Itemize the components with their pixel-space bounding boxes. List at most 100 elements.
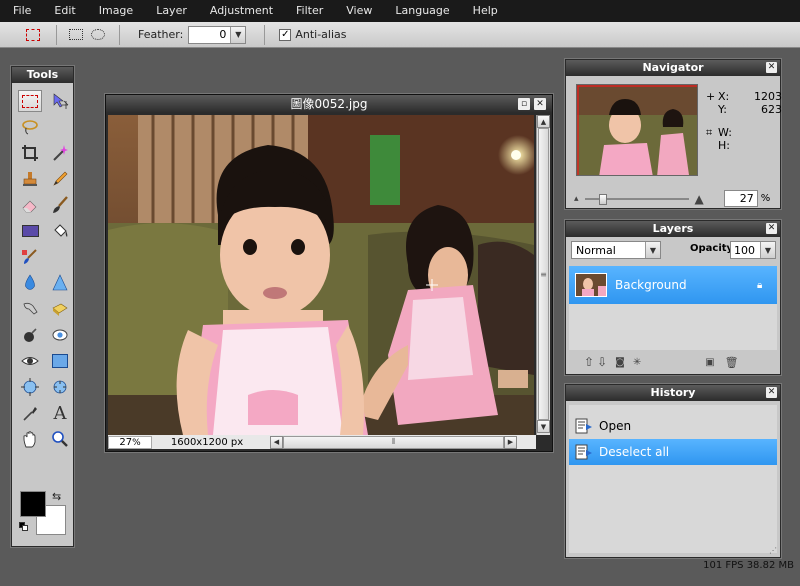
- history-step-icon: [575, 444, 593, 460]
- picker-icon[interactable]: [18, 402, 42, 424]
- menu-filter[interactable]: Filter: [289, 0, 330, 22]
- menu-view[interactable]: View: [339, 0, 379, 22]
- rectangle-icon[interactable]: [18, 220, 42, 242]
- antialias-checkbox[interactable]: ✓: [279, 28, 292, 41]
- foreground-color-swatch[interactable]: [20, 491, 46, 517]
- history-item-label: Open: [599, 419, 632, 433]
- tools-title: Tools: [12, 67, 73, 83]
- chevron-down-icon[interactable]: ▼: [760, 242, 775, 258]
- pinch-icon[interactable]: [48, 376, 72, 398]
- layers-title: Layers: [566, 221, 780, 237]
- history-panel: History ✕ Open Deselect all ⋰: [565, 384, 781, 558]
- lasso-icon[interactable]: [18, 116, 42, 138]
- bucket-icon[interactable]: [48, 220, 72, 242]
- vertical-scroll-thumb[interactable]: ≡: [538, 128, 549, 420]
- scroll-up-icon[interactable]: ▲: [537, 115, 550, 128]
- stamp-icon[interactable]: [18, 168, 42, 190]
- zoom-field[interactable]: 27%: [108, 435, 152, 449]
- x-label: X:: [718, 90, 730, 103]
- hand-icon[interactable]: [18, 428, 42, 450]
- zoom-slider[interactable]: [584, 193, 689, 205]
- shape-icon[interactable]: [48, 350, 72, 372]
- history-item-open[interactable]: Open: [569, 413, 777, 439]
- layer-row[interactable]: Background 🔒︎: [569, 266, 777, 304]
- zoom-icon[interactable]: [48, 428, 72, 450]
- zoom-in-icon[interactable]: ▲: [695, 192, 704, 206]
- move-icon[interactable]: [48, 90, 72, 112]
- move-layer-up-icon[interactable]: ⇧: [584, 355, 594, 369]
- burn-icon[interactable]: [18, 324, 42, 346]
- chevron-down-icon[interactable]: ▼: [230, 26, 246, 43]
- layer-mask-icon[interactable]: ◙: [615, 357, 625, 368]
- tools-panel: Tools A ⇆: [11, 66, 74, 547]
- antialias-label: Anti-alias: [295, 28, 347, 41]
- chevron-down-icon[interactable]: ▼: [645, 242, 660, 258]
- layer-name: Background: [615, 278, 687, 292]
- menu-file[interactable]: File: [6, 0, 38, 22]
- vertical-scrollbar[interactable]: ▲ ≡ ▼: [536, 115, 550, 435]
- scroll-right-icon[interactable]: ▶: [504, 435, 517, 449]
- layer-styles-icon[interactable]: ✳: [633, 357, 641, 368]
- color-replace-icon[interactable]: [18, 246, 42, 268]
- divider: [119, 24, 120, 45]
- menu-bar: File Edit Image Layer Adjustment Filter …: [0, 0, 800, 22]
- close-icon[interactable]: ✕: [534, 98, 546, 110]
- resize-grip-icon[interactable]: ⋰: [769, 546, 777, 555]
- menu-image[interactable]: Image: [92, 0, 140, 22]
- smudge-icon[interactable]: [18, 298, 42, 320]
- maximize-icon[interactable]: ▫: [518, 98, 530, 110]
- menu-help[interactable]: Help: [466, 0, 505, 22]
- menu-edit[interactable]: Edit: [47, 0, 82, 22]
- scroll-left-icon[interactable]: ◀: [270, 435, 283, 449]
- sponge-icon[interactable]: [48, 298, 72, 320]
- horizontal-scroll-thumb[interactable]: ⦀: [283, 435, 504, 449]
- ellipse-selection-mode-icon[interactable]: [91, 29, 105, 40]
- pencil-icon[interactable]: [48, 168, 72, 190]
- feather-input[interactable]: 0 ▼: [188, 25, 247, 44]
- scroll-down-icon[interactable]: ▼: [537, 420, 550, 433]
- bloat-icon[interactable]: [18, 376, 42, 398]
- zoom-slider-thumb[interactable]: [598, 193, 607, 205]
- zoom-out-icon[interactable]: ▴: [574, 194, 579, 204]
- close-icon[interactable]: ✕: [766, 223, 777, 234]
- eraser-icon[interactable]: [18, 194, 42, 216]
- reset-colors-icon[interactable]: [19, 522, 29, 532]
- canvas-photo[interactable]: [108, 115, 534, 435]
- navigator-thumbnail[interactable]: [576, 84, 698, 176]
- opacity-input[interactable]: 100 ▼: [730, 241, 776, 259]
- trash-icon[interactable]: 🗑︎: [725, 356, 739, 369]
- opacity-value: 100: [734, 243, 755, 257]
- eye-icon[interactable]: [18, 350, 42, 372]
- divider: [264, 24, 266, 45]
- magic-wand-icon[interactable]: [48, 142, 72, 164]
- menu-adjustment[interactable]: Adjustment: [203, 0, 280, 22]
- y-label: Y:: [718, 103, 727, 116]
- crop-icon[interactable]: [18, 142, 42, 164]
- layers-panel: Layers ✕ Normal ▼ Opacity: 100 ▼ Backgro…: [565, 220, 781, 375]
- sharpen-icon[interactable]: [48, 272, 72, 294]
- new-layer-icon[interactable]: ▣: [705, 357, 714, 368]
- red-eye-icon[interactable]: [48, 324, 72, 346]
- lock-icon[interactable]: 🔒︎: [757, 280, 771, 291]
- wand-icon[interactable]: [48, 116, 72, 138]
- options-bar: Feather: 0 ▼ ✓ Anti-alias: [0, 22, 800, 48]
- type-icon[interactable]: A: [48, 402, 72, 424]
- marquee-icon[interactable]: [18, 90, 42, 112]
- menu-layer[interactable]: Layer: [149, 0, 194, 22]
- image-size-label: 1600x1200 px: [170, 436, 244, 448]
- menu-language[interactable]: Language: [388, 0, 456, 22]
- drop-icon[interactable]: [18, 272, 42, 294]
- blank: [48, 246, 72, 268]
- history-item-deselect-all[interactable]: Deselect all: [569, 439, 777, 465]
- move-layer-down-icon[interactable]: ⇩: [597, 355, 607, 369]
- blend-mode-select[interactable]: Normal ▼: [571, 241, 661, 259]
- close-icon[interactable]: ✕: [766, 62, 777, 73]
- navigator-title: Navigator: [566, 60, 780, 76]
- rect-selection-mode-icon[interactable]: [69, 29, 83, 40]
- history-step-icon: [575, 418, 593, 434]
- navigator-zoom-input[interactable]: 27: [723, 190, 758, 207]
- brush-icon[interactable]: [48, 194, 72, 216]
- swap-colors-icon[interactable]: ⇆: [52, 490, 61, 503]
- status-bar: 101 FPS 38.82 MB: [703, 560, 794, 571]
- close-icon[interactable]: ✕: [766, 387, 777, 398]
